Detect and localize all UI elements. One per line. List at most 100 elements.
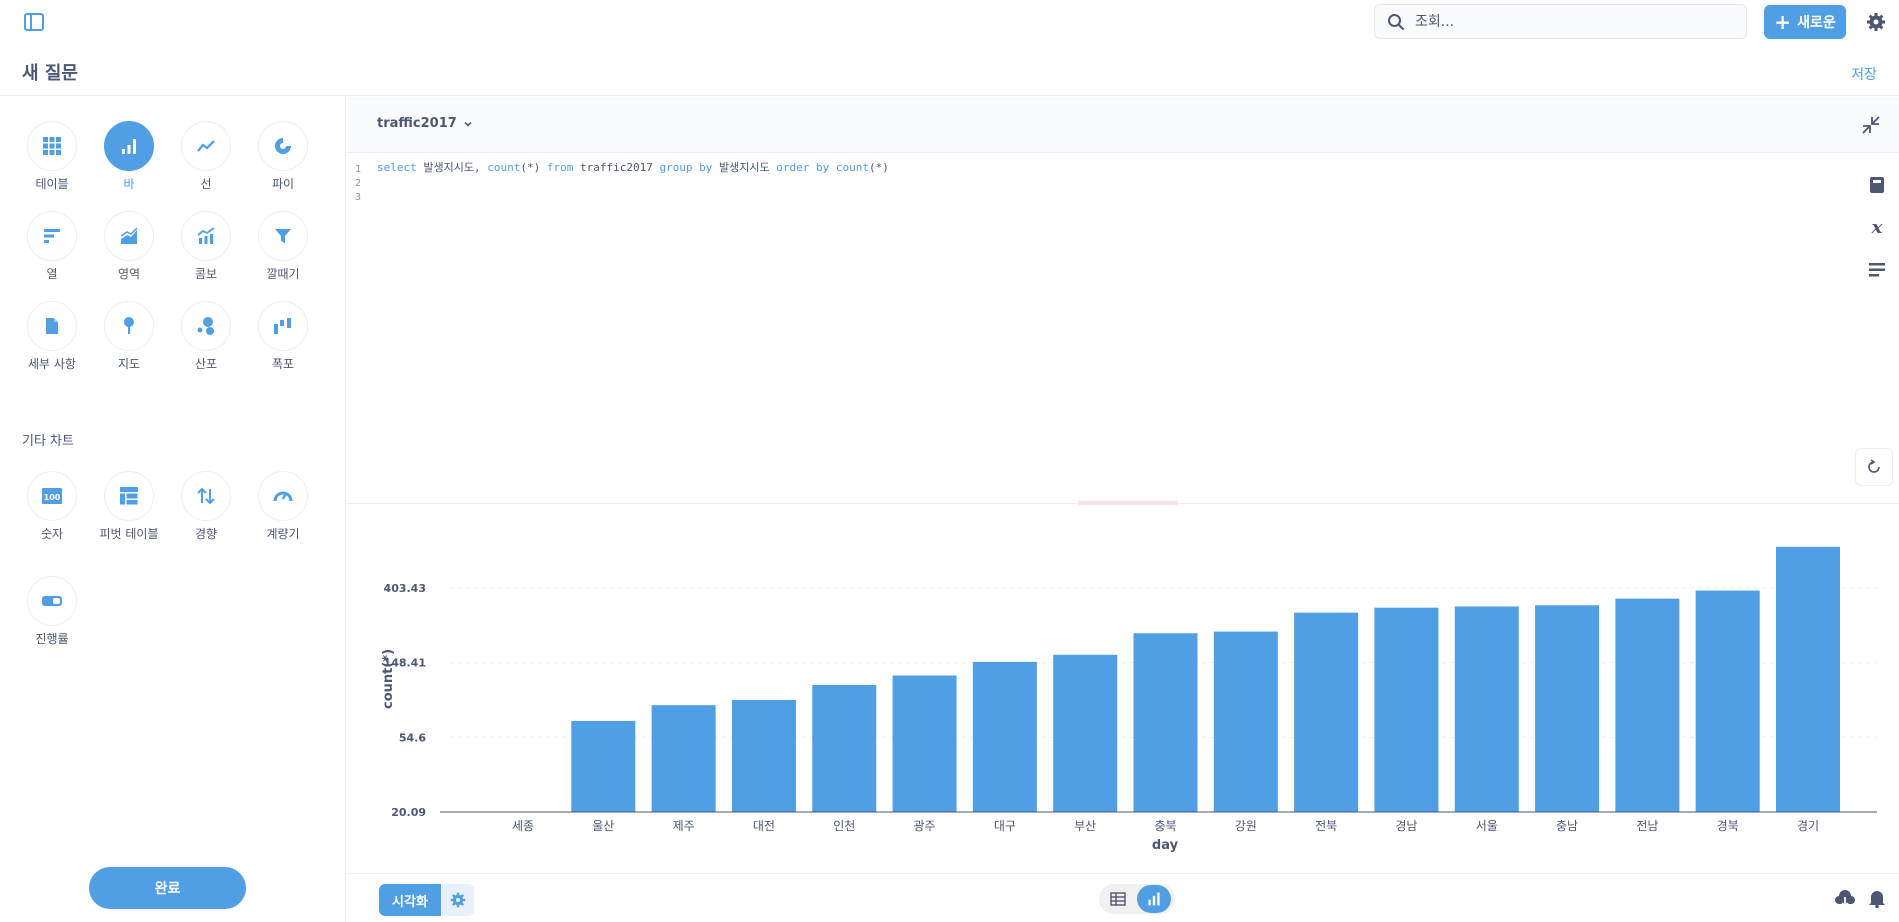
chart-bar[interactable] xyxy=(1695,590,1760,812)
table-icon xyxy=(1110,892,1126,906)
viz-option-circle xyxy=(104,121,154,171)
viz-option-detail[interactable]: 세부 사항 xyxy=(12,301,92,371)
other-charts-label: 기타 차트 xyxy=(22,434,74,449)
sql-token: traffic2017 xyxy=(573,161,660,174)
bell-icon[interactable] xyxy=(1867,888,1887,908)
gear-icon[interactable] xyxy=(1866,12,1886,32)
viz-option-row[interactable]: 열 xyxy=(12,211,92,281)
gear-icon xyxy=(450,892,466,908)
viz-option-circle xyxy=(27,301,77,351)
viz-option-pivot-table[interactable]: 피벗 테이블 xyxy=(89,471,169,541)
chart-view-toggle[interactable] xyxy=(1137,885,1171,913)
chart-bar[interactable] xyxy=(731,700,796,812)
line-number: 2 xyxy=(355,178,362,189)
chart-bar[interactable] xyxy=(972,661,1037,812)
x-tick-label: 경남 xyxy=(1395,819,1417,833)
viz-option-number[interactable]: 100 숫자 xyxy=(12,471,92,541)
viz-option-circle xyxy=(181,121,231,171)
editor-header: traffic2017 xyxy=(347,97,1899,153)
sidebar-toggle-icon[interactable] xyxy=(24,13,44,31)
x-tick-label: 강원 xyxy=(1235,819,1257,833)
database-select[interactable]: traffic2017 xyxy=(377,116,473,131)
y-axis-label: count(*) xyxy=(381,649,396,709)
viz-option-bar[interactable]: 바 xyxy=(89,121,169,191)
x-tick-label: 제주 xyxy=(673,819,695,833)
sql-keyword: count xyxy=(835,161,870,174)
viz-option-circle: 100 xyxy=(27,471,77,521)
save-button[interactable]: 저장 xyxy=(1851,64,1877,84)
viz-option-progress[interactable]: 진행률 xyxy=(12,576,92,646)
viz-option-line[interactable]: 선 xyxy=(166,121,246,191)
viz-option-gauge[interactable]: 계량기 xyxy=(243,471,323,541)
viz-option-label: 진행률 xyxy=(35,632,69,646)
table-view-toggle[interactable] xyxy=(1105,887,1131,911)
progress-icon xyxy=(42,596,62,606)
snippets-icon[interactable] xyxy=(1867,260,1887,280)
viz-option-circle xyxy=(258,471,308,521)
viz-option-circle xyxy=(104,301,154,351)
visualization-button[interactable]: 시각화 xyxy=(379,884,441,916)
bar-icon xyxy=(1148,892,1160,906)
viz-option-label: 경향 xyxy=(194,527,218,541)
variable-icon[interactable]: x xyxy=(1867,217,1887,237)
chart-bar[interactable] xyxy=(1053,654,1118,812)
chart-bar[interactable] xyxy=(1776,546,1840,812)
chart-bar[interactable] xyxy=(1615,598,1680,812)
y-tick-label: 54.6 xyxy=(399,731,426,744)
new-button[interactable]: + 새로운 xyxy=(1764,5,1846,39)
x-tick-label: 부산 xyxy=(1074,819,1096,833)
viz-option-scatter[interactable]: 산포 xyxy=(166,301,246,371)
top-nav: + 새로운 xyxy=(0,0,1899,44)
app-root: + 새로운 새 질문 저장 테이블 바 선 xyxy=(0,0,1899,922)
search-icon xyxy=(1388,14,1404,30)
line-number: 3 xyxy=(355,192,362,203)
viz-option-label: 깔때기 xyxy=(266,267,300,281)
map-pin-icon xyxy=(124,317,134,334)
trend-icon xyxy=(197,487,215,505)
bar-icon xyxy=(122,139,136,154)
viz-option-label: 피벗 테이블 xyxy=(99,527,159,541)
search-input[interactable] xyxy=(1415,5,1735,38)
done-button[interactable]: 완료 xyxy=(89,867,246,909)
download-icon[interactable] xyxy=(1834,889,1856,909)
new-button-label: 새로운 xyxy=(1797,15,1836,31)
chart-bar[interactable] xyxy=(1535,605,1600,812)
viz-option-pie[interactable]: 파이 xyxy=(243,121,323,191)
viz-option-combo[interactable]: 콤보 xyxy=(166,211,246,281)
y-tick-label: 20.09 xyxy=(391,806,426,819)
viz-option-funnel[interactable]: 깔때기 xyxy=(243,211,323,281)
sql-editor[interactable]: 1 2 3 select 발생지시도, count(*) from traffi… xyxy=(347,153,1855,503)
sql-keyword: count xyxy=(487,161,521,174)
viz-option-table[interactable]: 테이블 xyxy=(12,121,92,191)
chart-bar[interactable] xyxy=(812,685,877,812)
viz-option-area[interactable]: 영역 xyxy=(89,211,169,281)
viz-option-label: 영역 xyxy=(117,267,141,281)
row-icon xyxy=(44,229,60,243)
database-name: traffic2017 xyxy=(377,116,457,131)
chart-bar[interactable] xyxy=(1213,631,1278,812)
chart-bar[interactable] xyxy=(892,675,957,812)
viz-option-waterfall[interactable]: 폭포 xyxy=(243,301,323,371)
chart-bar[interactable] xyxy=(1133,633,1198,812)
viz-type-panel: 테이블 바 선 파이 열 영역 콤보 깔때기 세부 사항 지도 산포 폭포 기타… xyxy=(0,97,346,922)
chart-bar[interactable] xyxy=(1454,606,1519,812)
collapse-icon[interactable] xyxy=(1861,115,1881,135)
viz-option-trend[interactable]: 경향 xyxy=(166,471,246,541)
sql-query-text[interactable]: select 발생지시도, count(*) from traffic2017 … xyxy=(377,161,889,175)
viz-settings-button[interactable] xyxy=(442,884,474,916)
reference-book-icon[interactable] xyxy=(1867,175,1887,195)
chart-bar[interactable] xyxy=(1294,612,1359,812)
x-tick-label: 경기 xyxy=(1797,819,1819,833)
combo-icon xyxy=(197,227,215,244)
search-box[interactable] xyxy=(1374,4,1747,39)
chart-bar[interactable] xyxy=(1374,607,1439,812)
chart-bar[interactable] xyxy=(651,705,716,812)
run-query-button[interactable] xyxy=(1855,448,1893,486)
waterfall-icon xyxy=(274,318,291,334)
chart-bar[interactable] xyxy=(571,720,636,812)
sql-keyword: select xyxy=(377,161,417,174)
svg-text:x: x xyxy=(1871,217,1883,237)
x-tick-label: 충북 xyxy=(1154,819,1176,833)
viz-option-map[interactable]: 지도 xyxy=(89,301,169,371)
